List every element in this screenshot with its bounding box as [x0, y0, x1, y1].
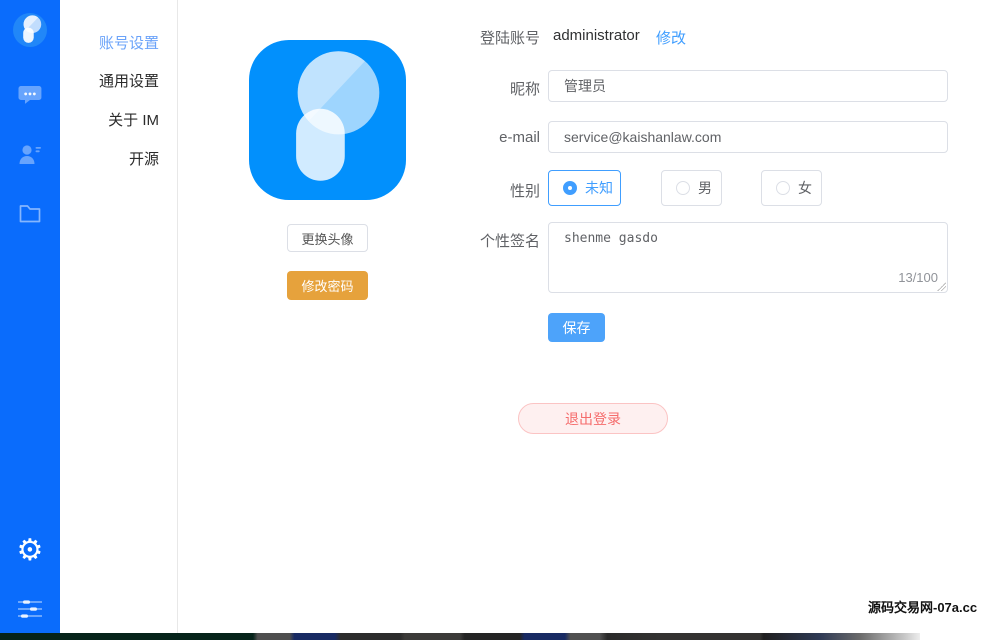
menu-item-account-settings[interactable]: 账号设置 — [99, 32, 159, 53]
gender-option-label: 女 — [798, 180, 812, 196]
radio-unselected-icon — [676, 181, 690, 195]
gender-radio-female[interactable]: 女 — [761, 170, 822, 206]
app-rail: ⚙ — [0, 0, 60, 633]
signature-char-counter: 13/100 — [894, 270, 938, 285]
gender-label: 性别 — [509, 183, 540, 200]
modify-account-link[interactable]: 修改 — [656, 27, 686, 48]
email-input[interactable] — [548, 121, 948, 153]
menu-item-general-settings[interactable]: 通用设置 — [99, 70, 159, 91]
radio-selected-icon — [563, 181, 577, 195]
nickname-input[interactable] — [548, 70, 948, 102]
menu-item-about-im[interactable]: 关于 IM — [108, 109, 159, 130]
nickname-label: 昵称 — [509, 81, 540, 98]
save-button[interactable]: 保存 — [548, 313, 605, 342]
chat-icon[interactable] — [17, 82, 43, 108]
change-password-button[interactable]: 修改密码 — [287, 271, 368, 300]
resize-grip-icon[interactable] — [937, 282, 946, 291]
background-window-strip — [0, 633, 920, 640]
avatar[interactable] — [249, 40, 406, 200]
settings-gear-icon[interactable]: ⚙ — [13, 534, 47, 568]
app-logo-icon[interactable] — [13, 13, 47, 47]
login-account-value: administrator — [553, 27, 640, 44]
gender-option-label: 未知 — [585, 180, 613, 196]
change-avatar-button[interactable]: 更换头像 — [287, 224, 368, 252]
sliders-icon[interactable] — [15, 598, 45, 620]
contacts-icon[interactable] — [17, 142, 43, 168]
radio-unselected-icon — [776, 181, 790, 195]
signature-field-wrap: shenme gasdo 13/100 — [548, 222, 948, 293]
login-account-label: 登陆账号 — [479, 30, 540, 47]
menu-item-open-source[interactable]: 开源 — [129, 148, 159, 169]
settings-menu: 账号设置 通用设置 关于 IM 开源 — [60, 0, 178, 633]
signature-textarea[interactable]: shenme gasdo — [548, 222, 948, 293]
watermark-text: 源码交易网-07a.cc — [868, 600, 978, 615]
settings-page: ⚙ 账号设置 通用设置 关于 IM 开源 更换头像 修改密码 登陆账号 admi… — [0, 0, 1000, 640]
email-label: e-mail — [499, 129, 540, 146]
signature-label: 个性签名 — [479, 233, 540, 250]
gender-radio-unknown[interactable]: 未知 — [548, 170, 621, 206]
folder-icon[interactable] — [17, 200, 43, 226]
gender-radio-male[interactable]: 男 — [661, 170, 722, 206]
logout-button[interactable]: 退出登录 — [518, 403, 668, 434]
gender-option-label: 男 — [698, 180, 712, 196]
